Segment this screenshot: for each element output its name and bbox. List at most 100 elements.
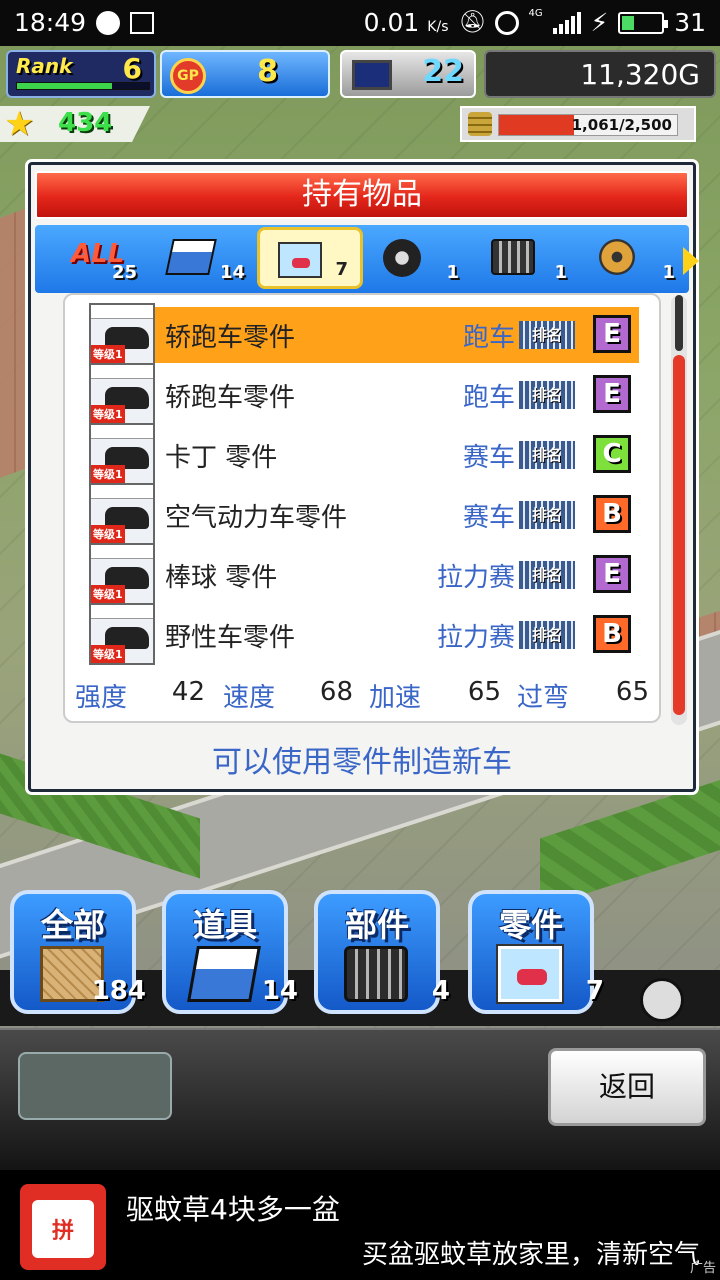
grade-badge: B xyxy=(593,495,631,533)
item-box-icon xyxy=(187,946,261,1002)
shopping-bag-icon: 拼 xyxy=(32,1200,94,1258)
list-item[interactable]: 等级1 棒球 零件 拉力赛 排名 E xyxy=(89,543,639,605)
car-type: 拉力赛 xyxy=(436,623,515,653)
parts-card-icon xyxy=(498,946,562,1002)
rank-badge: 排名 xyxy=(519,621,575,649)
part-name: 空气动力车零件 xyxy=(165,503,348,533)
star-count: 434 xyxy=(58,108,113,138)
rank-label: Rank xyxy=(16,54,73,78)
menu-items-button[interactable]: 道具 14 xyxy=(162,890,298,1014)
menu-parts-button[interactable]: 零件 7 xyxy=(468,890,604,1014)
sync-icon xyxy=(96,10,121,35)
star-icon: ★ xyxy=(4,104,35,144)
tab-parts[interactable]: 7 xyxy=(257,227,363,289)
rank-value: 6 xyxy=(122,52,142,85)
rank-badge: 排名 xyxy=(519,321,575,349)
level-badge: 等级1 xyxy=(91,465,125,483)
level-badge: 等级1 xyxy=(91,645,125,663)
stat-label-cornering: 过弯 xyxy=(517,683,570,713)
ad-title[interactable]: 驱蚊草4块多一盆 xyxy=(126,1188,340,1228)
car-type: 赛车 xyxy=(462,503,515,533)
list-item[interactable]: 等级1 轿跑车零件 跑车 排名 E xyxy=(89,363,639,425)
stat-label-acceleration: 加速 xyxy=(369,683,422,713)
info-box xyxy=(18,1052,172,1120)
computer-panel[interactable]: 22 xyxy=(340,50,476,98)
clock: 18:49 xyxy=(14,8,87,37)
tab-all[interactable]: ALL 25 xyxy=(43,227,149,289)
back-button[interactable]: 返回 xyxy=(548,1048,706,1126)
tire-icon xyxy=(383,239,421,277)
all-icon: ALL xyxy=(71,239,125,269)
stat-value-acceleration: 65 xyxy=(467,677,501,707)
car-type: 跑车 xyxy=(462,383,515,413)
rank-progress-bar xyxy=(16,82,150,90)
image-icon xyxy=(130,11,155,34)
dialog-hint: 可以使用零件制造新车 xyxy=(212,745,512,780)
grade-badge: E xyxy=(593,555,631,593)
stat-value-speed: 68 xyxy=(319,677,353,707)
level-badge: 等级1 xyxy=(91,345,125,363)
list-item[interactable]: 等级1 轿跑车零件 跑车 排名 E xyxy=(89,303,639,365)
tab-tire[interactable]: 1 xyxy=(365,227,471,289)
level-badge: 等级1 xyxy=(91,525,125,543)
computer-icon xyxy=(352,60,392,90)
coin-stack-icon xyxy=(468,112,492,136)
list-item[interactable]: 等级1 野性车零件 拉力赛 排名 B xyxy=(89,603,639,665)
level-badge: 等级1 xyxy=(91,585,125,603)
signal-icon xyxy=(552,11,581,34)
gp-coin-icon: GP xyxy=(170,58,206,94)
engine-icon xyxy=(491,239,535,275)
menu-all-button[interactable]: 全部 184 xyxy=(10,890,146,1014)
stat-label-strength: 强度 xyxy=(75,683,128,713)
mute-icon: 🔕︎ xyxy=(458,9,487,35)
next-tab-arrow-icon[interactable] xyxy=(683,247,699,275)
grade-badge: C xyxy=(593,435,631,473)
part-card-thumbnail: 等级1 xyxy=(89,483,155,545)
stat-label-speed: 速度 xyxy=(223,683,276,713)
grade-badge: E xyxy=(593,375,631,413)
part-card-thumbnail: 等级1 xyxy=(89,423,155,485)
part-card-thumbnail: 等级1 xyxy=(89,363,155,425)
menu-components-button[interactable]: 部件 4 xyxy=(314,890,450,1014)
part-name: 野性车零件 xyxy=(165,623,296,653)
status-bar: 18:49 0.01 K/s 🔕︎ 4G ⚡︎ 31 xyxy=(0,0,720,46)
network-type: 4G xyxy=(528,8,543,19)
part-name: 轿跑车零件 xyxy=(165,383,296,413)
gp-panel: GP 8 xyxy=(160,50,330,98)
car-type: 赛车 xyxy=(462,443,515,473)
charging-icon: ⚡︎ xyxy=(590,8,609,37)
gear-icon xyxy=(599,239,635,275)
computer-value: 22 xyxy=(422,54,464,89)
list-item[interactable]: 等级1 空气动力车零件 赛车 排名 B xyxy=(89,483,639,545)
money-display: 11,320G xyxy=(484,50,716,98)
battery-icon xyxy=(618,11,669,34)
ad-banner[interactable]: 拼 驱蚊草4块多一盆 买盆驱蚊草放家里，清新空气 广告 xyxy=(0,1170,720,1280)
ad-description[interactable]: 买盆驱蚊草放家里，清新空气 xyxy=(362,1234,700,1271)
rank-panel: Rank 6 xyxy=(6,50,156,98)
list-scrollbar[interactable] xyxy=(671,295,687,725)
list-item[interactable]: 等级1 卡丁 零件 赛车 排名 C xyxy=(89,423,639,485)
ad-logo[interactable]: 拼 xyxy=(20,1184,106,1270)
stat-value-cornering: 65 xyxy=(615,677,649,707)
alarm-icon xyxy=(494,10,519,35)
grade-badge: E xyxy=(593,315,631,353)
star-panel: ★ 434 xyxy=(0,106,150,142)
tab-items[interactable]: 14 xyxy=(151,227,257,289)
rank-badge: 排名 xyxy=(519,441,575,469)
inventory-dialog: 持有物品 ALL 25 14 7 1 1 1 等级1 轿跑车零件 跑车 排名 E 等级1 轿… xyxy=(28,162,699,792)
rank-badge: 排名 xyxy=(519,501,575,529)
stat-value-strength: 42 xyxy=(171,677,205,707)
tab-gear[interactable]: 1 xyxy=(581,227,687,289)
engine-icon xyxy=(344,946,408,1002)
part-card-thumbnail: 等级1 xyxy=(89,603,155,665)
part-card-thumbnail: 等级1 xyxy=(89,303,155,365)
assistant-avatar-icon[interactable] xyxy=(640,978,684,1022)
net-speed: 0.01 K/s xyxy=(363,8,449,37)
part-card-thumbnail: 等级1 xyxy=(89,543,155,605)
part-name: 卡丁 零件 xyxy=(165,443,278,473)
grade-badge: B xyxy=(593,615,631,653)
tab-engine[interactable]: 1 xyxy=(473,227,579,289)
parts-card-icon xyxy=(278,242,322,278)
command-panel: 返回 xyxy=(0,1028,720,1170)
stats-bar: 强度 42 速度 68 加速 65 过弯 65 xyxy=(63,665,661,721)
